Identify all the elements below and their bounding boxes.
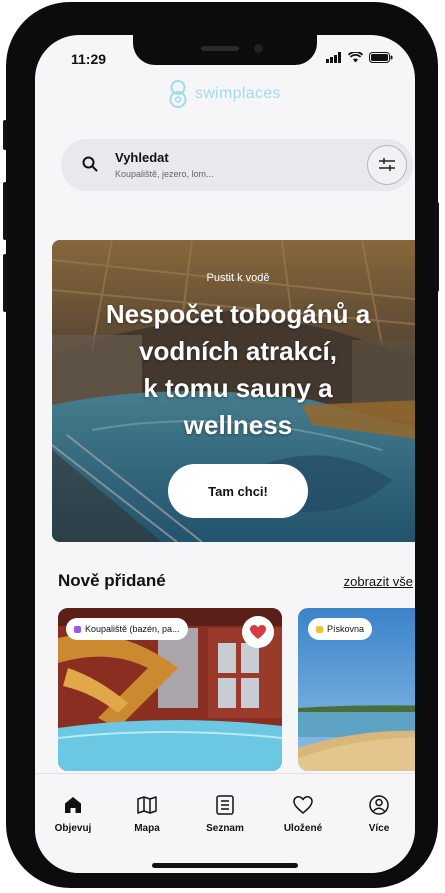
list-icon: [216, 795, 234, 815]
filter-button[interactable]: [367, 145, 407, 185]
hero-title-line: wellness: [183, 410, 293, 440]
hero-cta-button[interactable]: Tam chci!: [168, 464, 308, 518]
status-time: 11:29: [71, 51, 107, 67]
hero-title-line: Nespočet tobogánů a: [105, 299, 371, 329]
nav-label: Seznam: [206, 823, 244, 834]
nav-item-vice[interactable]: Více: [347, 794, 411, 834]
nav-label: Objevuj: [54, 823, 92, 834]
category-chip: Pískovna: [308, 618, 373, 640]
bottom-navigation: Objevuj Mapa Seznam Uložené Více: [35, 773, 415, 873]
category-color-dot: [74, 625, 81, 633]
hero-kicker: Pustit k vodě: [206, 272, 270, 284]
place-card[interactable]: Pískovna: [298, 608, 415, 771]
place-card[interactable]: Koupaliště (bazén, pa...: [58, 608, 282, 771]
notch: [133, 35, 317, 65]
brand-name: swimplaces: [195, 85, 281, 102]
search-placeholder: Koupaliště, jezero, lom...: [115, 169, 214, 179]
volume-down-button: [3, 254, 7, 312]
category-label: Pískovna: [327, 624, 365, 634]
category-color-dot: [316, 625, 323, 633]
wifi-icon: [348, 52, 363, 63]
signal-icon: [326, 52, 341, 63]
nav-item-seznam[interactable]: Seznam: [193, 794, 257, 834]
show-all-link[interactable]: zobrazit vše: [344, 574, 413, 589]
nav-label: Více: [368, 823, 390, 834]
map-icon: [137, 796, 157, 814]
nav-label: Uložené: [283, 823, 323, 834]
section-title: Nově přidané: [58, 571, 166, 590]
nav-item-mapa[interactable]: Mapa: [115, 794, 179, 834]
brand-logo: swimplaces: [165, 79, 281, 109]
home-icon: [65, 797, 81, 813]
nav-item-objevuj[interactable]: Objevuj: [41, 794, 105, 834]
profile-icon: [369, 795, 389, 815]
search-title: Vyhledat: [115, 150, 169, 165]
nav-item-ulozene[interactable]: Uložené: [271, 794, 335, 834]
category-label: Koupaliště (bazén, pa...: [85, 624, 180, 634]
nav-label: Mapa: [134, 823, 160, 834]
volume-up-button: [3, 182, 7, 240]
swimplaces-logo-icon: [169, 80, 187, 108]
home-indicator: [152, 863, 298, 868]
filter-sliders-icon: [379, 158, 395, 171]
favorite-button[interactable]: [242, 616, 274, 648]
status-icons: [326, 52, 393, 63]
phone-frame: 11:29 swimplaces Vyhledat Koupaliště, je…: [3, 2, 439, 888]
heart-filled-icon: [250, 625, 266, 639]
app-screen: 11:29 swimplaces Vyhledat Koupaliště, je…: [35, 35, 415, 873]
hero-banner[interactable]: Pustit k vodě Nespočet tobogánů a vodníc…: [52, 240, 415, 542]
power-button: [435, 202, 439, 292]
mute-switch: [3, 120, 7, 150]
search-icon: [82, 156, 98, 172]
search-bar[interactable]: Vyhledat Koupaliště, jezero, lom...: [61, 139, 413, 191]
heart-icon: [293, 796, 313, 814]
hero-title: Nespočet tobogánů a vodních atrakcí, k t…: [52, 296, 415, 444]
hero-title-line: k tomu sauny a: [143, 373, 333, 403]
battery-icon: [369, 52, 393, 63]
speaker: [201, 46, 239, 51]
hero-title-line: vodních atrakcí,: [139, 336, 337, 366]
camera: [254, 44, 263, 53]
category-chip: Koupaliště (bazén, pa...: [66, 618, 188, 640]
